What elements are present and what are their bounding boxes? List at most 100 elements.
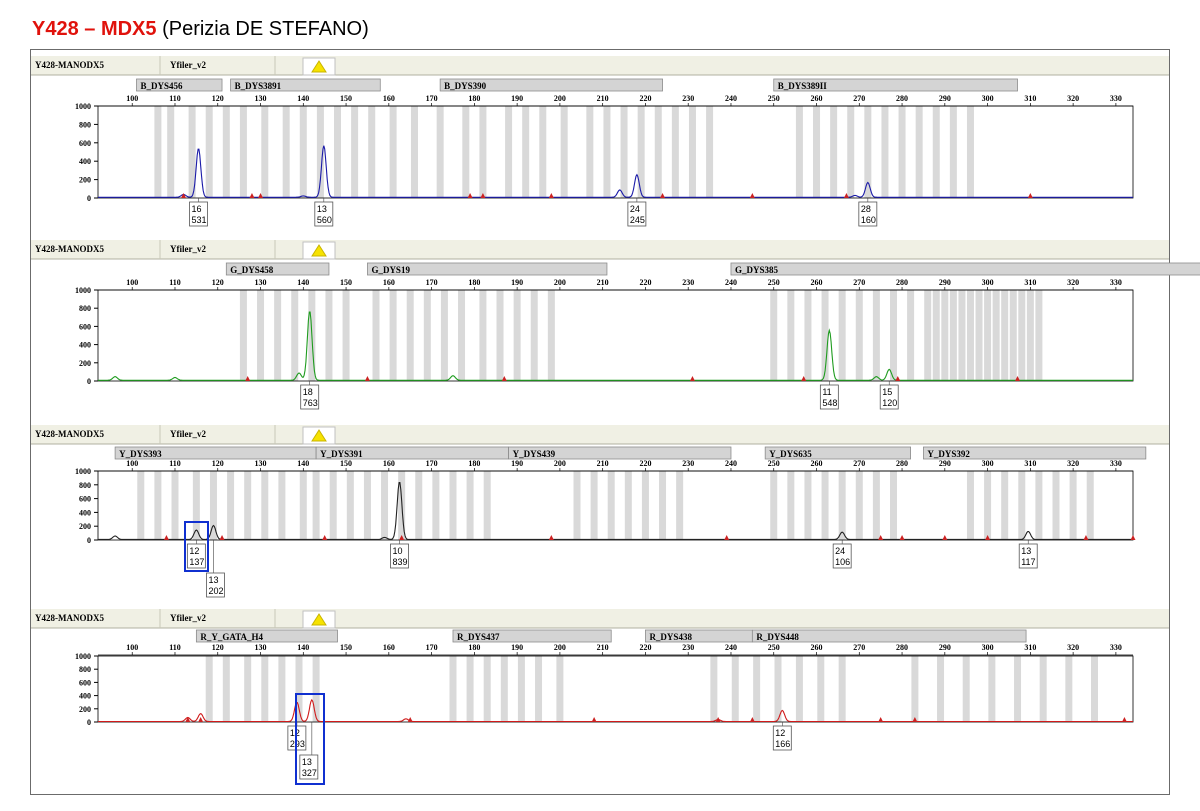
plot-area: [97, 655, 1134, 723]
marker-label: R_DYS437: [457, 632, 500, 642]
x-tick-label: 160: [383, 278, 395, 287]
y-tick-label: 400: [79, 341, 91, 350]
size-std-mark: [548, 193, 554, 198]
allele-bin: [363, 471, 371, 540]
allele-bin: [924, 290, 932, 381]
peak-height: 202: [208, 586, 223, 596]
peak-height: 245: [630, 215, 645, 225]
x-tick-label: 270: [853, 459, 865, 468]
allele-bin: [154, 471, 162, 540]
marker-label: Y_DYS391: [320, 449, 363, 459]
allele-bin: [984, 471, 992, 540]
y-tick-label: 200: [79, 522, 91, 531]
allele-bin: [911, 656, 919, 722]
sample-name-label: Y428-MANODX5: [35, 60, 104, 70]
allele-bin: [1001, 290, 1009, 381]
x-tick-label: 260: [811, 643, 823, 652]
allele-bin: [334, 106, 342, 198]
allele-bin: [659, 471, 667, 540]
x-tick-label: 170: [426, 278, 438, 287]
allele-bin: [244, 656, 252, 722]
x-tick-label: 220: [639, 94, 651, 103]
x-tick-label: 310: [1024, 459, 1036, 468]
marker-label: Y_DYS635: [769, 449, 812, 459]
x-tick-label: 300: [982, 643, 994, 652]
allele-bin: [988, 656, 996, 722]
x-tick-label: 310: [1024, 643, 1036, 652]
allele-bin: [278, 656, 286, 722]
x-tick-label: 280: [896, 459, 908, 468]
allele-bin: [787, 471, 795, 540]
x-tick-label: 190: [511, 643, 523, 652]
y-tick-label: 200: [79, 359, 91, 368]
trace-black: [98, 481, 1133, 540]
marker-label: G_DYS458: [230, 265, 274, 275]
allele-bin: [941, 290, 949, 381]
x-tick-label: 250: [768, 278, 780, 287]
allele-bin: [257, 290, 265, 381]
allele-bin: [821, 471, 829, 540]
x-tick-label: 110: [169, 278, 181, 287]
allele-bin: [462, 106, 470, 198]
allele-bin: [937, 656, 945, 722]
x-tick-label: 180: [468, 459, 480, 468]
peak-height: 763: [303, 398, 318, 408]
x-tick-label: 310: [1024, 94, 1036, 103]
size-std-mark: [724, 535, 730, 540]
allele-bin: [949, 290, 957, 381]
allele-bin: [966, 471, 974, 540]
allele-bin: [539, 106, 547, 198]
allele-bin: [966, 290, 974, 381]
size-std-mark: [1121, 717, 1127, 722]
x-tick-label: 240: [725, 643, 737, 652]
allele-bin: [261, 106, 269, 198]
x-tick-label: 300: [982, 94, 994, 103]
allele-call: 13: [1021, 546, 1031, 556]
allele-bin: [466, 656, 474, 722]
allele-bin: [1052, 471, 1060, 540]
x-tick-label: 170: [426, 94, 438, 103]
allele-bin: [535, 656, 543, 722]
allele-bin: [847, 106, 855, 198]
x-tick-label: 140: [297, 459, 309, 468]
allele-bin: [787, 290, 795, 381]
allele-bin: [872, 290, 880, 381]
allele-bin: [1065, 656, 1073, 722]
allele-bin: [586, 106, 594, 198]
size-std-mark: [548, 535, 554, 540]
marker-label: Y_DYS393: [119, 449, 162, 459]
allele-bin: [962, 656, 970, 722]
x-tick-label: 210: [597, 643, 609, 652]
allele-bin: [984, 290, 992, 381]
x-tick-label: 110: [169, 643, 181, 652]
plot-area: [97, 105, 1134, 199]
allele-bin: [479, 106, 487, 198]
allele-bin: [804, 471, 812, 540]
x-tick-label: 220: [639, 278, 651, 287]
x-tick-label: 100: [126, 94, 138, 103]
allele-bin: [731, 656, 739, 722]
allele-bin: [291, 290, 299, 381]
allele-bin: [1086, 471, 1094, 540]
x-tick-label: 260: [811, 278, 823, 287]
x-tick-label: 240: [725, 459, 737, 468]
x-tick-label: 330: [1110, 278, 1122, 287]
allele-bin: [864, 106, 872, 198]
x-tick-label: 210: [597, 459, 609, 468]
allele-bin: [1091, 656, 1099, 722]
size-std-mark: [198, 717, 204, 722]
size-std-mark: [749, 193, 755, 198]
allele-bin: [1069, 471, 1077, 540]
peak-height: 293: [290, 739, 305, 749]
allele-bin: [346, 471, 354, 540]
marker-label: B_DYS3891: [235, 81, 282, 91]
allele-bin: [641, 471, 649, 540]
allele-bin: [795, 106, 803, 198]
peak-height: 160: [861, 215, 876, 225]
allele-bin: [282, 106, 290, 198]
x-tick-label: 160: [383, 94, 395, 103]
allele-bin: [329, 471, 337, 540]
allele-bin: [483, 471, 491, 540]
allele-bin: [573, 471, 581, 540]
allele-call: 12: [290, 728, 300, 738]
